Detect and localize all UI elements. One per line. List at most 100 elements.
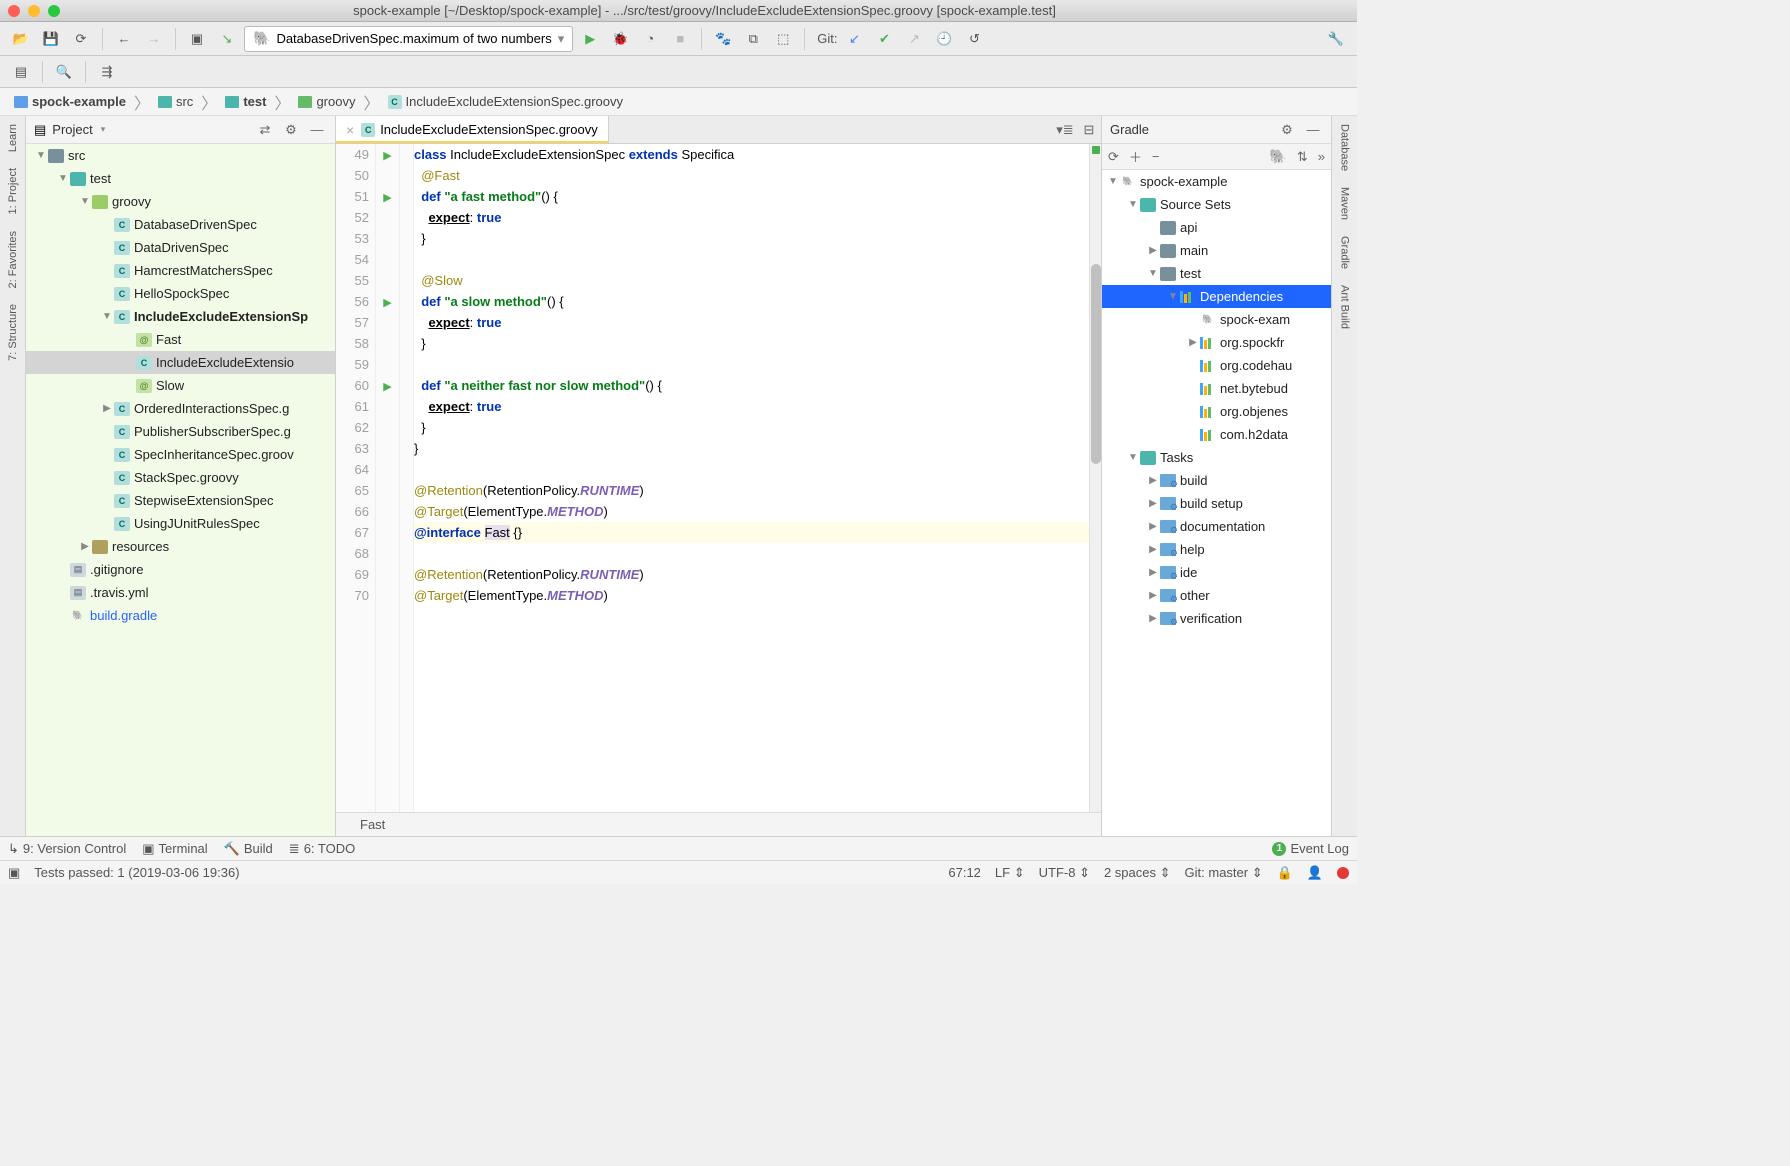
vcs-commit-icon[interactable]: ✔ (871, 26, 897, 52)
tool-tab----project[interactable]: 1: Project (5, 160, 21, 222)
gear-icon[interactable]: ⚙ (281, 120, 301, 140)
gradle-tree-item[interactable]: org.codehau (1102, 354, 1331, 377)
tree-icon[interactable]: ⇶ (94, 59, 120, 85)
run-gutter-icon[interactable]: ▶ (383, 297, 391, 309)
run-configuration-dropdown[interactable]: 🐘 DatabaseDrivenSpec.maximum of two numb… (244, 26, 573, 52)
search-icon[interactable]: 🔍 (51, 59, 77, 85)
gradle-tree-item[interactable]: ▶main (1102, 239, 1331, 262)
debug-icon[interactable]: 🐞 (607, 26, 633, 52)
project-tree-item[interactable]: ▤.gitignore (26, 558, 335, 581)
gradle-icon[interactable]: 🐘 (1269, 148, 1286, 165)
structure-icon[interactable]: ⬚ (770, 26, 796, 52)
build-icon[interactable]: ▣ (184, 26, 210, 52)
stop-icon[interactable]: ■ (667, 26, 693, 52)
project-tree-item[interactable]: ▶COrderedInteractionsSpec.g (26, 397, 335, 420)
editor-context-label[interactable]: Fast (360, 817, 385, 832)
gradle-tree-item[interactable]: com.h2data (1102, 423, 1331, 446)
expand-icon[interactable]: ⇅ (1297, 149, 1308, 165)
project-tree-item[interactable]: 🐘build.gradle (26, 604, 335, 627)
gradle-tree[interactable]: ▼🐘spock-example▼Source Setsapi▶main▼test… (1102, 170, 1331, 836)
gradle-tree-item[interactable]: ▶org.spockfr (1102, 331, 1331, 354)
minimize-window-button[interactable] (28, 5, 40, 17)
tool-tab-ant-build[interactable]: Ant Build (1337, 277, 1353, 337)
reader-mode-icon[interactable]: ▾≣ (1053, 116, 1077, 143)
gradle-tree-item[interactable]: 🐘spock-exam (1102, 308, 1331, 331)
gradle-tree-item[interactable]: ▶help (1102, 538, 1331, 561)
rollback-icon[interactable]: ↺ (961, 26, 987, 52)
build-tab[interactable]: 🔨 Build (224, 841, 273, 857)
tool-tab-gradle[interactable]: Gradle (1337, 228, 1353, 277)
attach-icon[interactable]: ⧉ (740, 26, 766, 52)
ide-lock-icon[interactable]: 👤 (1307, 865, 1323, 881)
editor-body[interactable]: 4950515253545556575859606162636465666768… (336, 144, 1101, 812)
project-tree-item[interactable]: CDataDrivenSpec (26, 236, 335, 259)
todo-tab[interactable]: ≣ 6: TODO (289, 841, 355, 857)
project-tree-item[interactable]: CHelloSpockSpec (26, 282, 335, 305)
project-tree-item[interactable]: ▼CIncludeExcludeExtensionSp (26, 305, 335, 328)
breadcrumb-item[interactable]: spock-example (10, 92, 130, 111)
gradle-tree-item[interactable]: ▼Tasks (1102, 446, 1331, 469)
gradle-tree-item[interactable]: ▶ide (1102, 561, 1331, 584)
run-icon[interactable]: ▶ (577, 26, 603, 52)
collapse-icon[interactable]: — (1303, 120, 1323, 140)
save-icon[interactable]: 💾 (38, 26, 64, 52)
file-encoding[interactable]: UTF-8 ⇕ (1039, 865, 1090, 881)
reload-icon[interactable]: ⟳ (1108, 149, 1119, 165)
tool-tab-maven[interactable]: Maven (1337, 179, 1353, 228)
breadcrumb-item[interactable]: C IncludeExcludeExtensionSpec.groovy (384, 92, 628, 111)
project-tree-item[interactable]: CUsingJUnitRulesSpec (26, 512, 335, 535)
project-tree-item[interactable]: CDatabaseDrivenSpec (26, 213, 335, 236)
back-icon[interactable]: ← (111, 26, 137, 52)
gradle-tree-item[interactable]: ▶documentation (1102, 515, 1331, 538)
tool-tab----structure[interactable]: 7: Structure (5, 296, 21, 369)
locate-icon[interactable]: ⇄ (255, 120, 275, 140)
tool-tab-database[interactable]: Database (1337, 116, 1353, 179)
gutter-icons[interactable]: ▶▶▶▶ (376, 144, 400, 812)
tool-tab-learn[interactable]: Learn (5, 116, 21, 160)
project-tree[interactable]: ▼src▼test▼groovyCDatabaseDrivenSpecCData… (26, 144, 335, 836)
gradle-tree-item[interactable]: ▶build setup (1102, 492, 1331, 515)
project-tree-item[interactable]: @Fast (26, 328, 335, 351)
gradle-tree-item[interactable]: ▶verification (1102, 607, 1331, 630)
zoom-window-button[interactable] (48, 5, 60, 17)
project-tree-item[interactable]: CPublisherSubscriberSpec.g (26, 420, 335, 443)
gradle-tree-item[interactable]: ▼test (1102, 262, 1331, 285)
project-tree-item[interactable]: @Slow (26, 374, 335, 397)
gradle-tree-item[interactable]: net.bytebud (1102, 377, 1331, 400)
gear-icon[interactable]: ⚙ (1277, 120, 1297, 140)
project-tree-item[interactable]: ▼test (26, 167, 335, 190)
event-log-button[interactable]: 1 Event Log (1272, 841, 1349, 856)
coverage-icon[interactable]: ◔ (637, 26, 663, 52)
tool-tab----favorites[interactable]: 2: Favorites (5, 223, 21, 296)
settings-wrench-icon[interactable]: 🔧 (1323, 26, 1349, 52)
project-tree-item[interactable]: ▤.travis.yml (26, 581, 335, 604)
vcs-update-icon[interactable]: ↙ (841, 26, 867, 52)
git-branch[interactable]: Git: master ⇕ (1185, 865, 1263, 881)
terminal-tab[interactable]: ▣ Terminal (142, 841, 207, 857)
editor-tab-active[interactable]: × C IncludeExcludeExtensionSpec.groovy (336, 116, 609, 143)
gradle-tree-item[interactable]: ▶build (1102, 469, 1331, 492)
add-icon[interactable]: ＋ (1129, 147, 1142, 166)
vcs-push-icon[interactable]: ↗ (901, 26, 927, 52)
remove-icon[interactable]: − (1152, 149, 1160, 164)
scrollbar-thumb[interactable] (1091, 264, 1101, 464)
refresh-icon[interactable]: ⟳ (68, 26, 94, 52)
project-tree-item[interactable]: ▼src (26, 144, 335, 167)
gradle-tree-item[interactable]: ▼Source Sets (1102, 193, 1331, 216)
cursor-position[interactable]: 67:12 (948, 865, 981, 880)
more-icon[interactable]: » (1318, 149, 1325, 164)
gradle-tree-item[interactable]: ▶other (1102, 584, 1331, 607)
breadcrumb-item[interactable]: src (154, 92, 197, 111)
run-gutter-icon[interactable]: ▶ (383, 381, 391, 393)
project-tree-item[interactable]: ▼groovy (26, 190, 335, 213)
close-icon[interactable]: × (346, 122, 354, 138)
gradle-tree-item[interactable]: ▼🐘spock-example (1102, 170, 1331, 193)
gradle-tree-item[interactable]: api (1102, 216, 1331, 239)
breadcrumb-item[interactable]: groovy (294, 92, 359, 111)
version-control-tab[interactable]: ↳ 9: Version Control (8, 841, 126, 857)
editor-marker-strip[interactable] (1089, 144, 1101, 812)
tab-list-icon[interactable]: ⊟ (1077, 116, 1101, 143)
memory-indicator-icon[interactable]: 🔒 (1277, 865, 1293, 881)
fold-gutter[interactable] (400, 144, 414, 812)
code-area[interactable]: class IncludeExcludeExtensionSpec extend… (414, 144, 1089, 812)
